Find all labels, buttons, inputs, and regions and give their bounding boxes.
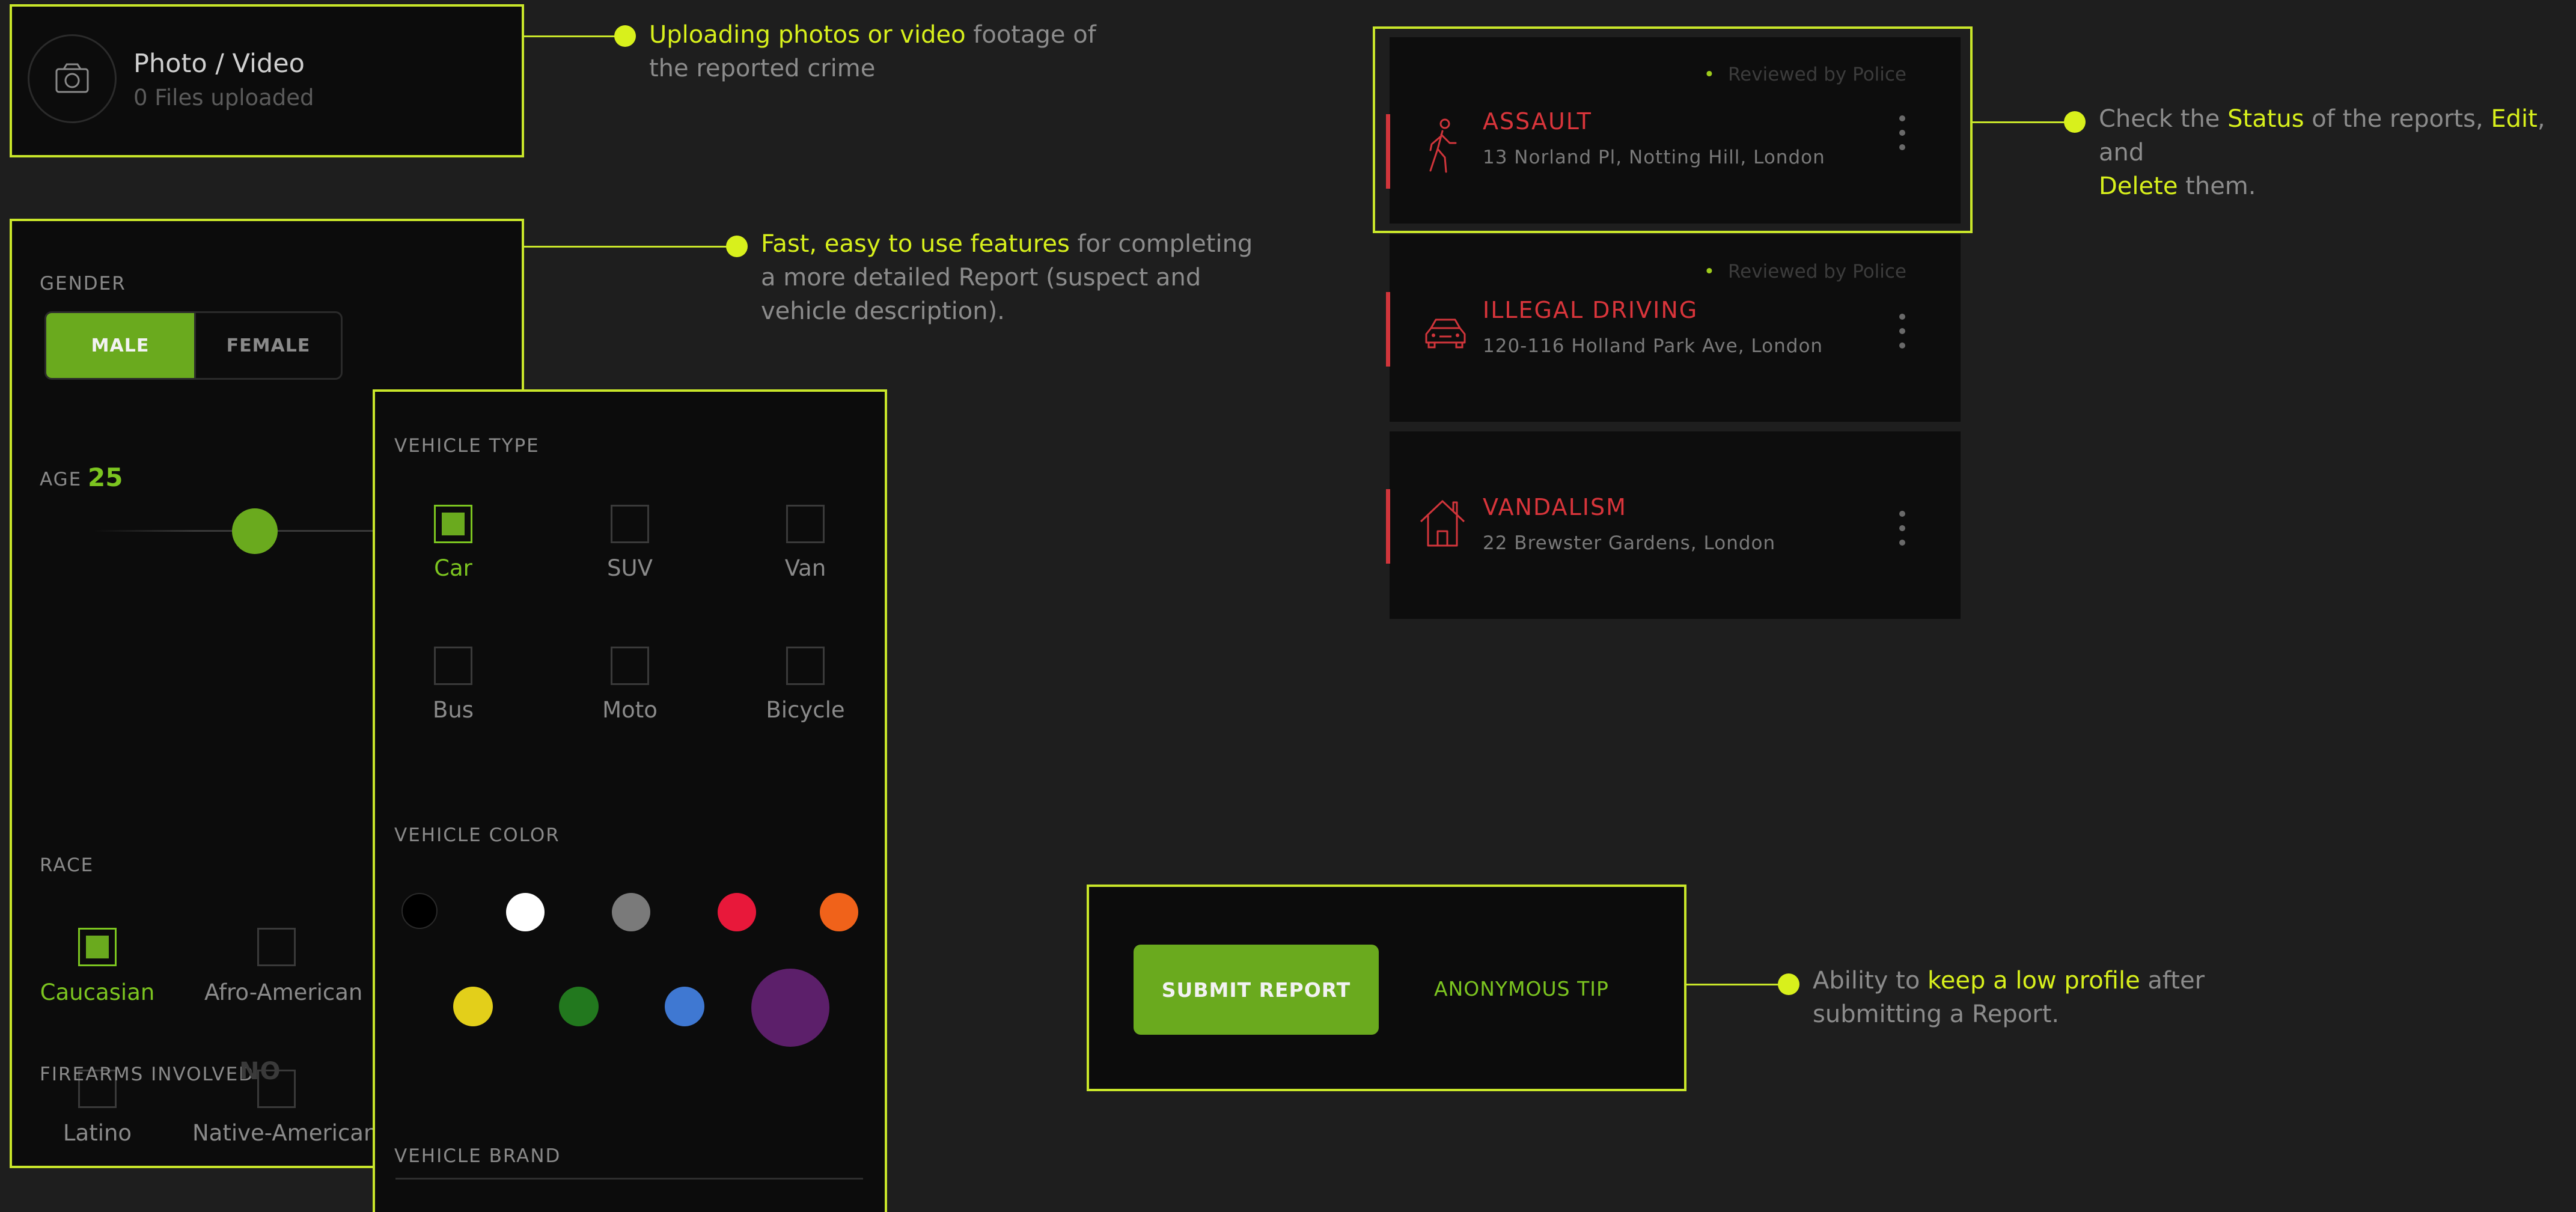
submit-callout: Ability to keep a low profile after subm… <box>1813 967 2205 1028</box>
vehicle-type-label: VEHICLE TYPE <box>394 435 540 457</box>
suspect-callout-dot <box>726 236 748 257</box>
firearms-value[interactable]: NO <box>239 1058 281 1085</box>
vehicle-type-moto-label: Moto <box>602 697 658 723</box>
report-card-highlight <box>1373 26 1973 233</box>
upload-panel[interactable]: Photo / Video 0 Files uploaded <box>10 4 524 157</box>
race-afro-american-checkbox[interactable] <box>257 928 296 966</box>
report-status: Reviewed by Police <box>1704 261 1906 282</box>
vehicle-type-bus-checkbox[interactable] <box>434 647 472 685</box>
age-label: AGE <box>40 469 82 490</box>
vehicle-type-bicycle-checkbox[interactable] <box>786 647 825 685</box>
upload-count: 0 Files uploaded <box>133 85 314 111</box>
suspect-leader <box>524 246 736 248</box>
submit-report-button[interactable]: SUBMIT REPORT <box>1134 945 1379 1035</box>
gender-female-button[interactable]: FEMALE <box>194 313 341 378</box>
vehicle-brand-label: VEHICLE BRAND <box>394 1145 561 1167</box>
color-swatch-green[interactable] <box>559 987 599 1026</box>
color-swatch-orange[interactable] <box>820 893 858 931</box>
color-swatch-yellow[interactable] <box>453 987 493 1026</box>
report-address: 22 Brewster Gardens, London <box>1483 532 1776 554</box>
vehicle-type-car-label: Car <box>434 555 472 581</box>
vehicle-type-van-label: Van <box>784 555 826 581</box>
color-swatch-gray[interactable] <box>612 893 650 931</box>
color-swatch-red[interactable] <box>718 893 756 931</box>
color-swatch-purple-selected[interactable] <box>751 969 829 1047</box>
upload-callout-dot <box>614 25 636 47</box>
race-caucasian-checkbox[interactable] <box>78 928 117 966</box>
color-swatch-blue[interactable] <box>665 987 704 1026</box>
vehicle-type-car-checkbox[interactable] <box>434 505 472 543</box>
submit-callout-dot <box>1778 973 1799 995</box>
report-severity-bar <box>1386 292 1390 367</box>
age-slider-thumb[interactable] <box>232 508 278 554</box>
race-caucasian-label: Caucasian <box>40 979 155 1005</box>
house-icon <box>1420 500 1465 547</box>
reports-callout-dot <box>2064 111 2086 133</box>
vehicle-type-moto-checkbox[interactable] <box>611 647 649 685</box>
vehicle-type-suv-label: SUV <box>607 555 653 581</box>
gender-male-button[interactable]: MALE <box>46 313 194 378</box>
more-options-icon[interactable] <box>1899 314 1906 350</box>
submit-leader <box>1686 984 1787 985</box>
report-title: ILLEGAL DRIVING <box>1483 297 1699 323</box>
submit-panel: SUBMIT REPORT ANONYMOUS TIP <box>1087 885 1686 1091</box>
vehicle-color-label: VEHICLE COLOR <box>394 824 560 846</box>
vehicle-type-van-checkbox[interactable] <box>786 505 825 543</box>
race-label: RACE <box>40 854 94 876</box>
gender-toggle[interactable]: MALE FEMALE <box>44 311 343 380</box>
reports-leader <box>1973 121 2075 123</box>
suspect-callout: Fast, easy to use features for completin… <box>761 230 1253 325</box>
car-icon <box>1425 318 1466 349</box>
vehicle-type-bus-label: Bus <box>432 697 474 723</box>
vehicle-details-panel: VEHICLE TYPE Car SUV Van Bus Moto Bicycl… <box>373 389 887 1212</box>
color-swatch-black[interactable] <box>401 893 438 929</box>
race-latino-label: Latino <box>63 1120 132 1146</box>
more-options-icon[interactable] <box>1899 511 1906 547</box>
anonymous-tip-link[interactable]: ANONYMOUS TIP <box>1434 977 1609 1000</box>
race-afro-american-label: Afro-American <box>204 979 363 1005</box>
upload-leader <box>524 35 625 37</box>
firearms-label: FIREARMS INVOLVED <box>40 1064 255 1085</box>
vehicle-type-bicycle-label: Bicycle <box>766 697 845 723</box>
vehicle-type-suv-checkbox[interactable] <box>611 505 649 543</box>
report-address: 120-116 Holland Park Ave, London <box>1483 335 1824 357</box>
upload-callout: Uploading photos or video footage of the… <box>649 21 1096 82</box>
gender-label: GENDER <box>40 273 126 294</box>
vehicle-brand-input[interactable] <box>395 1178 863 1180</box>
report-card-illegal-driving[interactable]: Reviewed by Police ILLEGAL DRIVING 120-1… <box>1386 234 1961 422</box>
reports-callout: Check the Status of the reports, Edit, a… <box>2099 105 2545 200</box>
report-severity-bar <box>1386 489 1390 564</box>
upload-title: Photo / Video <box>133 49 305 79</box>
report-title: VANDALISM <box>1483 494 1627 520</box>
race-native-american-label: Native-American <box>192 1120 378 1146</box>
color-swatch-white[interactable] <box>506 893 545 931</box>
camera-icon <box>28 34 117 123</box>
report-card-vandalism[interactable]: VANDALISM 22 Brewster Gardens, London <box>1386 431 1961 619</box>
age-value: 25 <box>88 463 123 492</box>
